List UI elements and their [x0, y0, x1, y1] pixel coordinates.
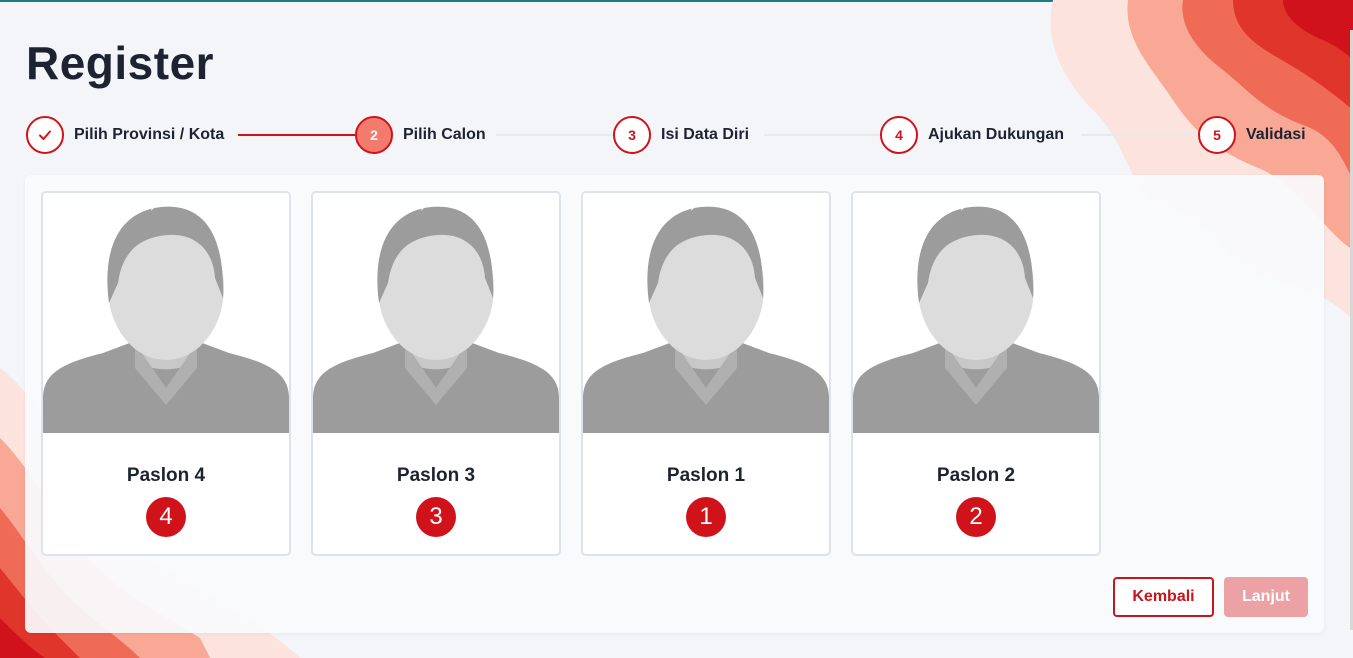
- candidate-card-paslon-3[interactable]: Paslon 3 3: [311, 191, 561, 556]
- step-circle: 5: [1198, 116, 1236, 154]
- candidate-name: Paslon 4: [126, 465, 206, 486]
- step-connector-3: [764, 134, 881, 136]
- step-validasi: 5 Validasi: [1198, 116, 1306, 154]
- check-icon: [39, 130, 51, 140]
- step-connector-2: [496, 134, 613, 136]
- candidate-card-paslon-1[interactable]: Paslon 1 1: [581, 191, 831, 556]
- back-button[interactable]: Kembali: [1113, 577, 1214, 617]
- candidate-name: Paslon 3: [396, 465, 476, 486]
- avatar-placeholder-icon: [583, 193, 829, 433]
- page-title: Register: [26, 37, 215, 89]
- candidate-number-badge: 1: [686, 497, 726, 537]
- avatar-placeholder-icon: [43, 193, 289, 433]
- step-ajukan-dukungan: 4 Ajukan Dukungan: [880, 116, 1064, 154]
- candidate-card-paslon-2[interactable]: Paslon 2 2: [851, 191, 1101, 556]
- step-label: Isi Data Diri: [661, 126, 750, 143]
- step-circle-done: [26, 116, 64, 154]
- step-circle-active: 2: [355, 116, 393, 154]
- registration-stepper: Pilih Provinsi / Kota 2 Pilih Calon 3 Is…: [26, 116, 1308, 156]
- step-isi-data-diri: 3 Isi Data Diri: [613, 116, 749, 154]
- step-connector-1: [238, 134, 355, 136]
- candidate-number-badge: 2: [956, 497, 996, 537]
- step-pilih-provinsi: Pilih Provinsi / Kota: [26, 116, 224, 154]
- candidate-number-badge: 3: [416, 497, 456, 537]
- step-pilih-calon: 2 Pilih Calon: [355, 116, 486, 154]
- candidate-name: Paslon 2: [936, 465, 1016, 486]
- step-connector-4: [1081, 134, 1198, 136]
- step-label: Validasi: [1246, 126, 1306, 143]
- candidate-card-paslon-4[interactable]: Paslon 4 4: [41, 191, 291, 556]
- avatar-placeholder-icon: [853, 193, 1099, 433]
- candidate-number-badge: 4: [146, 497, 186, 537]
- step-label: Ajukan Dukungan: [928, 126, 1065, 143]
- candidate-name: Paslon 1: [666, 465, 746, 486]
- step-label: Pilih Calon: [403, 126, 486, 143]
- candidate-selection-panel: Paslon 4 4 Paslon 3 3 Paslon 1 1 Paslon …: [25, 175, 1324, 633]
- step-label: Pilih Provinsi / Kota: [74, 126, 225, 143]
- step-circle: 4: [880, 116, 918, 154]
- step-circle: 3: [613, 116, 651, 154]
- next-button[interactable]: Lanjut: [1224, 577, 1308, 617]
- avatar-placeholder-icon: [313, 193, 559, 433]
